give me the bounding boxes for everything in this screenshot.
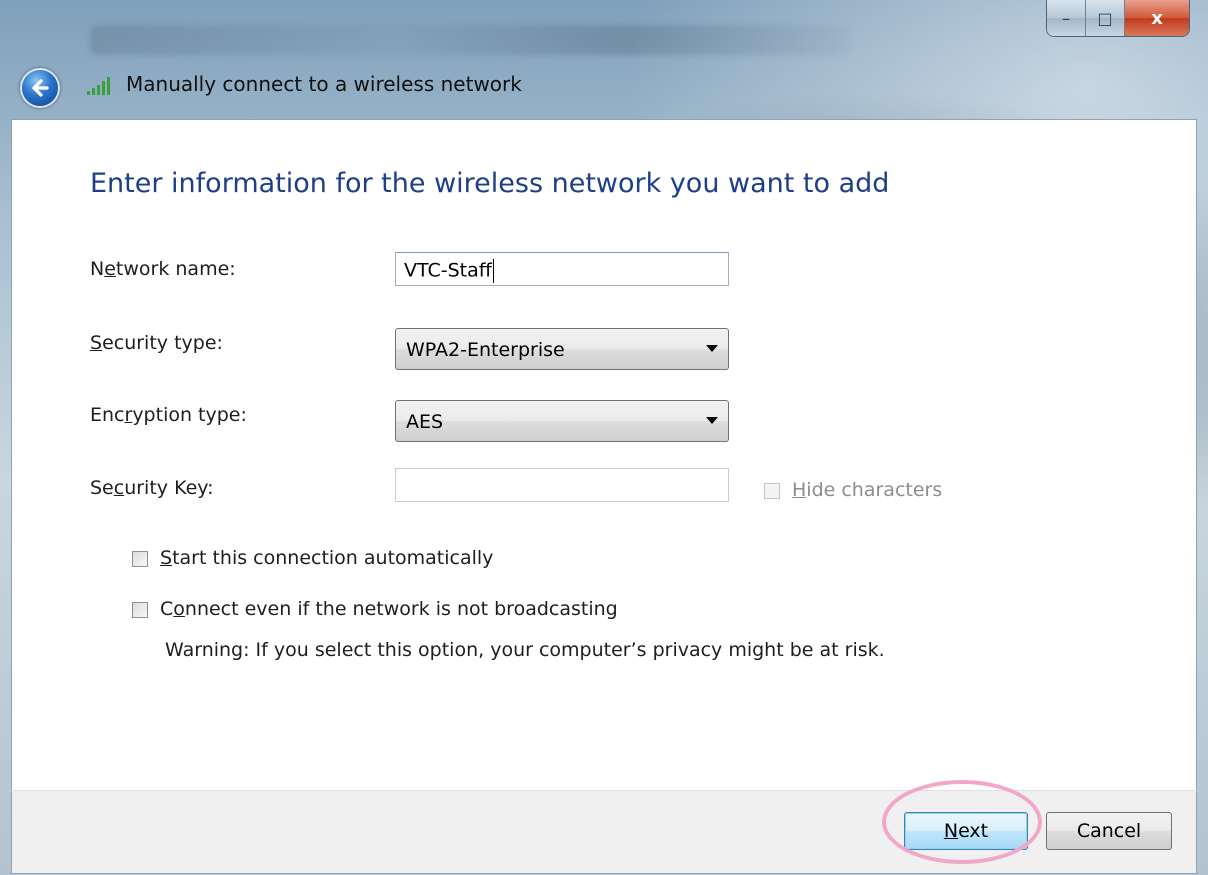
- minimize-button[interactable]: –: [1047, 0, 1086, 36]
- encryption-type-select[interactable]: AES: [395, 400, 729, 442]
- window-title: Manually connect to a wireless network: [126, 72, 522, 96]
- next-button[interactable]: Next: [904, 812, 1028, 850]
- window-controls: – □ x: [1046, 0, 1190, 37]
- network-name-label: Network name:: [90, 258, 236, 280]
- network-name-input[interactable]: VTC-Staff: [395, 252, 729, 286]
- wireless-signal-icon: [87, 77, 110, 95]
- text-caret: [492, 259, 494, 283]
- button-bar: Next Cancel: [11, 790, 1197, 874]
- dialog-window: – □ x Manually connect to a wireless net…: [0, 0, 1208, 875]
- connect-not-broadcasting-label[interactable]: Connect even if the network is not broad…: [160, 598, 618, 620]
- glass-background: [90, 25, 850, 55]
- encryption-type-label: Encryption type:: [90, 404, 247, 426]
- start-automatically-checkbox[interactable]: [132, 551, 148, 567]
- maximize-button[interactable]: □: [1086, 0, 1125, 36]
- security-type-label: Security type:: [90, 332, 223, 354]
- chevron-down-icon: [706, 345, 718, 352]
- page-heading: Enter information for the wireless netwo…: [90, 168, 890, 199]
- security-type-select[interactable]: WPA2-Enterprise: [395, 328, 729, 370]
- privacy-warning-text: Warning: If you select this option, your…: [165, 639, 885, 661]
- back-button[interactable]: [20, 68, 60, 108]
- chevron-down-icon: [706, 417, 718, 424]
- hide-characters-label: Hide characters: [792, 479, 943, 501]
- content-pane: Enter information for the wireless netwo…: [11, 119, 1197, 791]
- start-automatically-label[interactable]: Start this connection automatically: [160, 547, 493, 569]
- cancel-button[interactable]: Cancel: [1046, 812, 1172, 850]
- hide-characters-checkbox[interactable]: [764, 483, 780, 499]
- close-button[interactable]: x: [1125, 0, 1189, 36]
- security-key-input[interactable]: [395, 468, 729, 502]
- connect-not-broadcasting-checkbox[interactable]: [132, 602, 148, 618]
- title-bar: – □ x Manually connect to a wireless net…: [0, 0, 1208, 118]
- back-arrow-icon: [32, 79, 49, 97]
- security-key-label: Security Key:: [90, 477, 214, 499]
